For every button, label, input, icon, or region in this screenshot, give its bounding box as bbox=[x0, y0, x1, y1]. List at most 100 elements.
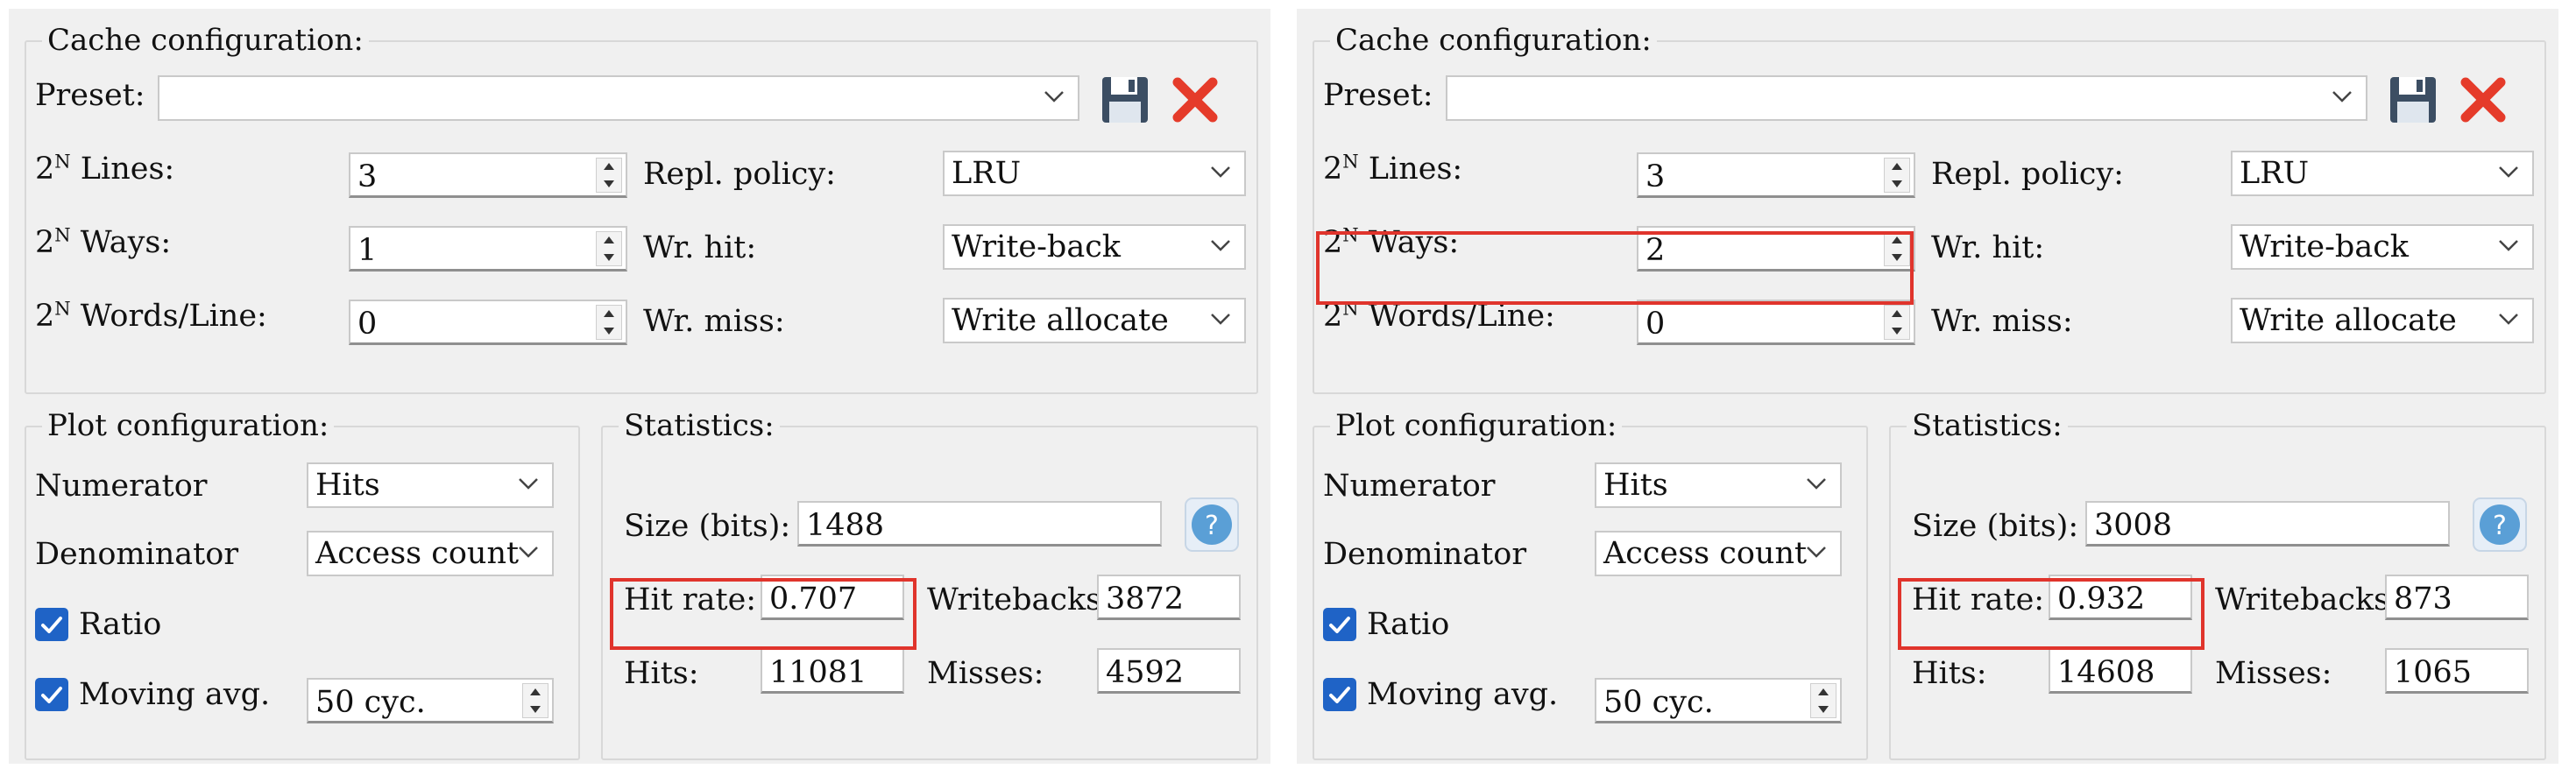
ways-value: 1 bbox=[357, 233, 378, 268]
up-down-arrows-icon[interactable] bbox=[596, 231, 622, 266]
size-bits-label: Size (bits): bbox=[624, 509, 791, 544]
question-mark-icon[interactable]: ? bbox=[1185, 497, 1239, 552]
wr-miss-label: Wr. miss: bbox=[1931, 304, 2073, 339]
chevron-down-icon bbox=[2499, 314, 2518, 325]
up-down-arrows-icon[interactable] bbox=[596, 305, 622, 340]
ways-spinbox[interactable]: 1 bbox=[349, 226, 627, 272]
numerator-label: Numerator bbox=[35, 469, 208, 504]
numerator-dropdown[interactable]: Hits bbox=[1595, 462, 1842, 508]
hits-field: 14608 bbox=[2049, 648, 2192, 694]
cache-panel-right: Cache configuration: Preset: 2N Lines: 3… bbox=[1297, 9, 2558, 764]
misses-label: Misses: bbox=[927, 656, 1044, 691]
moving-avg-checkbox[interactable] bbox=[35, 678, 68, 711]
hits-label: Hits: bbox=[624, 656, 699, 691]
wr-miss-label: Wr. miss: bbox=[643, 304, 785, 339]
size-bits-value: 1488 bbox=[806, 508, 885, 543]
plot-configuration-title: Plot configuration: bbox=[42, 408, 335, 443]
plot-configuration-title: Plot configuration: bbox=[1330, 408, 1623, 443]
writebacks-field: 3872 bbox=[1097, 575, 1241, 620]
ratio-checkbox[interactable] bbox=[1323, 608, 1356, 641]
ways-highlight-box bbox=[1316, 231, 1914, 305]
repl-policy-label: Repl. policy: bbox=[643, 157, 836, 192]
moving-avg-value: 50 cyc. bbox=[1603, 685, 1714, 720]
numerator-dropdown[interactable]: Hits bbox=[307, 462, 554, 508]
writebacks-value: 873 bbox=[2394, 582, 2452, 617]
red-x-icon[interactable] bbox=[1167, 72, 1223, 128]
preset-dropdown[interactable] bbox=[1446, 75, 2367, 121]
hits-field: 11081 bbox=[761, 648, 904, 694]
statistics-title: Statistics: bbox=[619, 408, 780, 443]
words-per-line-spinbox[interactable]: 0 bbox=[349, 300, 627, 345]
moving-avg-spinbox[interactable]: 50 cyc. bbox=[307, 678, 554, 723]
floppy-disk-icon[interactable] bbox=[2385, 72, 2441, 128]
lines-spinbox[interactable]: 3 bbox=[1637, 152, 1915, 198]
moving-avg-spinbox[interactable]: 50 cyc. bbox=[1595, 678, 1842, 723]
size-bits-value: 3008 bbox=[2094, 508, 2173, 543]
wr-hit-dropdown[interactable]: Write-back bbox=[2231, 224, 2534, 270]
checkmark-icon bbox=[41, 687, 62, 703]
plot-configuration-group: Plot configuration: Numerator Hits Denom… bbox=[1313, 408, 1868, 760]
misses-value: 4592 bbox=[1106, 655, 1185, 690]
repl-policy-dropdown[interactable]: LRU bbox=[2231, 151, 2534, 196]
cache-panel-left: Cache configuration: Preset: 2N Lines: 3… bbox=[9, 9, 1270, 764]
misses-value: 1065 bbox=[2394, 655, 2473, 690]
chevron-down-icon bbox=[2499, 240, 2518, 251]
moving-avg-checkbox[interactable] bbox=[1323, 678, 1356, 711]
wr-hit-dropdown[interactable]: Write-back bbox=[943, 224, 1246, 270]
checkmark-icon bbox=[41, 617, 62, 633]
wr-miss-value: Write allocate bbox=[952, 303, 1169, 338]
wr-hit-value: Write-back bbox=[952, 229, 1122, 265]
up-down-arrows-icon[interactable] bbox=[1884, 305, 1910, 340]
chevron-down-icon bbox=[1211, 166, 1230, 178]
denominator-label: Denominator bbox=[35, 537, 239, 572]
checkmark-icon bbox=[1329, 687, 1350, 703]
numerator-label: Numerator bbox=[1323, 469, 1496, 504]
ratio-checkbox[interactable] bbox=[35, 608, 68, 641]
writebacks-label: Writebacks: bbox=[927, 582, 1112, 617]
hit-rate-highlight-box bbox=[610, 578, 916, 650]
plot-configuration-group: Plot configuration: Numerator Hits Denom… bbox=[25, 408, 580, 760]
chevron-down-icon bbox=[2499, 166, 2518, 178]
repl-policy-value: LRU bbox=[952, 156, 1022, 191]
numerator-value: Hits bbox=[1603, 468, 1668, 503]
wr-hit-label: Wr. hit: bbox=[643, 230, 757, 265]
up-down-arrows-icon[interactable] bbox=[522, 683, 548, 718]
moving-avg-label: Moving avg. bbox=[79, 677, 271, 712]
hits-value: 14608 bbox=[2057, 655, 2155, 690]
preset-label: Preset: bbox=[35, 78, 145, 113]
floppy-disk-icon[interactable] bbox=[1097, 72, 1153, 128]
lines-spinbox[interactable]: 3 bbox=[349, 152, 627, 198]
words-per-line-value: 0 bbox=[357, 307, 378, 342]
preset-label: Preset: bbox=[1323, 78, 1433, 113]
chevron-down-icon bbox=[519, 547, 538, 558]
svg-text:?: ? bbox=[2493, 511, 2507, 541]
writebacks-label: Writebacks: bbox=[2215, 582, 2400, 617]
wr-miss-dropdown[interactable]: Write allocate bbox=[943, 298, 1246, 343]
wr-miss-dropdown[interactable]: Write allocate bbox=[2231, 298, 2534, 343]
preset-dropdown[interactable] bbox=[158, 75, 1079, 121]
checkmark-icon bbox=[1329, 617, 1350, 633]
chevron-down-icon bbox=[1807, 547, 1826, 558]
writebacks-field: 873 bbox=[2385, 575, 2529, 620]
statistics-title: Statistics: bbox=[1907, 408, 2068, 443]
misses-field: 4592 bbox=[1097, 648, 1241, 694]
moving-avg-label: Moving avg. bbox=[1367, 677, 1559, 712]
hits-value: 11081 bbox=[769, 655, 867, 690]
up-down-arrows-icon[interactable] bbox=[1810, 683, 1836, 718]
denominator-dropdown[interactable]: Access count bbox=[307, 531, 554, 576]
cache-configuration-group: Cache configuration: Preset: 2N Lines: 3… bbox=[1313, 23, 2546, 394]
repl-policy-dropdown[interactable]: LRU bbox=[943, 151, 1246, 196]
words-per-line-spinbox[interactable]: 0 bbox=[1637, 300, 1915, 345]
chevron-down-icon bbox=[1807, 478, 1826, 490]
up-down-arrows-icon[interactable] bbox=[1884, 158, 1910, 193]
red-x-icon[interactable] bbox=[2455, 72, 2511, 128]
up-down-arrows-icon[interactable] bbox=[596, 158, 622, 193]
chevron-down-icon bbox=[1211, 314, 1230, 325]
size-bits-field: 1488 bbox=[797, 501, 1162, 547]
denominator-dropdown[interactable]: Access count bbox=[1595, 531, 1842, 576]
size-bits-field: 3008 bbox=[2085, 501, 2450, 547]
denominator-value: Access count bbox=[1603, 536, 1808, 571]
question-mark-icon[interactable]: ? bbox=[2473, 497, 2527, 552]
words-per-line-label: 2N Words/Line: bbox=[35, 298, 267, 334]
writebacks-value: 3872 bbox=[1106, 582, 1185, 617]
